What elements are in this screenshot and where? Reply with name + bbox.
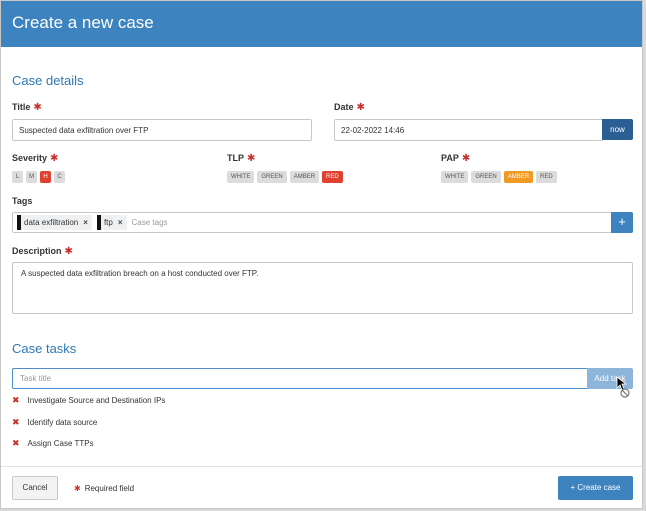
pap-option-green[interactable]: GREEN [471,171,501,183]
title-input[interactable]: Suspected data exfiltration over FTP [12,119,312,141]
close-icon[interactable]: × [118,218,123,227]
plus-icon: + [618,214,626,229]
severity-option-c[interactable]: C [54,171,65,183]
title-label: Title ✱ [12,102,42,113]
pap-label: PAP ✱ [441,153,471,164]
pap-selector: WHITE GREEN AMBER RED [441,171,557,183]
asterisk-icon: ✱ [50,153,59,164]
severity-option-l[interactable]: L [12,171,23,183]
asterisk-icon: ✱ [247,153,256,164]
task-item: ✖ Investigate Source and Destination IPs [12,395,165,406]
severity-label: Severity ✱ [12,153,59,164]
add-tag-button[interactable]: + [611,212,633,233]
tag-label: ftp [103,218,113,227]
asterisk-icon: ✱ [356,102,365,113]
asterisk-icon: ✱ [74,484,81,493]
tag-chip: data exfiltration × [17,215,92,230]
tlp-option-green[interactable]: GREEN [257,171,287,183]
asterisk-icon: ✱ [461,153,471,164]
case-tasks-heading: Case tasks [12,341,77,356]
task-label: Assign Case TTPs [27,439,94,448]
severity-option-m[interactable]: M [26,171,37,183]
pap-option-red[interactable]: RED [536,171,557,183]
footer-divider [1,466,642,467]
tags-label: Tags [12,196,33,206]
tags-input[interactable]: data exfiltration × ftp × Case tags [12,212,612,233]
create-case-dialog: Create a new case Case details Title ✱ Su… [0,0,643,509]
tlp-option-red[interactable]: RED [322,171,343,183]
date-input[interactable]: 22-02-2022 14:46 [334,119,603,141]
dialog-title: Create a new case [12,13,154,32]
task-item: ✖ Assign Case TTPs [12,438,94,449]
close-icon[interactable]: ✖ [12,438,20,449]
plus-icon: + [570,483,576,492]
dialog-header: Create a new case [1,1,642,47]
not-allowed-cursor-icon [616,376,630,398]
tags-placeholder: Case tags [131,218,168,227]
severity-selector: L M H C [12,171,65,183]
cancel-button[interactable]: Cancel [12,476,58,500]
description-label: Description ✱ [12,246,73,257]
task-item: ✖ Identify data source [12,417,97,428]
task-label: Identify data source [27,418,98,427]
tag-label: data exfiltration [24,218,79,227]
close-icon[interactable]: × [83,218,88,227]
case-details-heading: Case details [12,73,84,88]
pap-option-amber[interactable]: AMBER [503,171,534,183]
description-textarea[interactable]: A suspected data exfiltration breach on … [12,262,633,314]
tlp-selector: WHITE GREEN AMBER RED [227,171,343,183]
create-case-label: Create case [577,483,621,492]
task-title-input[interactable]: Task title [12,368,588,389]
tlp-label: TLP ✱ [227,153,256,164]
create-case-button[interactable]: + Create case [558,476,633,500]
asterisk-icon: ✱ [33,102,42,113]
severity-option-h[interactable]: H [40,171,51,183]
date-label: Date ✱ [334,102,365,113]
tlp-option-white[interactable]: WHITE [227,171,255,183]
tlp-option-amber[interactable]: AMBER [289,171,320,183]
close-icon[interactable]: ✖ [12,417,20,428]
tag-chip: ftp × [96,215,127,230]
required-field-note: ✱ Required field [74,484,135,493]
pap-option-white[interactable]: WHITE [441,171,469,183]
task-label: Investigate Source and Destination IPs [27,396,166,405]
asterisk-icon: ✱ [64,246,73,257]
close-icon[interactable]: ✖ [12,395,20,406]
now-button[interactable]: now [602,119,633,140]
